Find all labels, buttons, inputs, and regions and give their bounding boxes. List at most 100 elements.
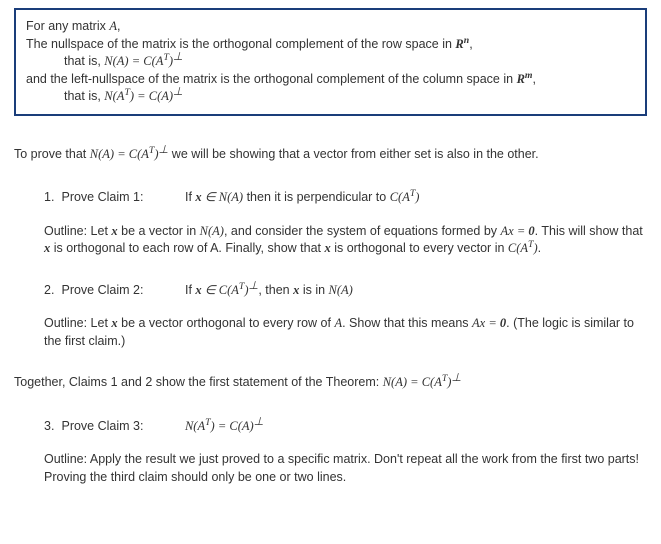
claim-1-heading: 1. Prove Claim 1: If x ∈ N(A) then it is… [44,189,647,207]
in: ∈ [202,283,219,297]
claim-label: Prove Claim 1: [61,189,181,207]
close: ) [415,190,419,204]
claim-3: 3. Prove Claim 3: N(AT) = C(A)⊥ Outline:… [14,418,647,487]
CA: C(A) [229,419,253,433]
eq: = [485,316,500,330]
eq: = [129,54,144,68]
claim-2-outline: Outline: Let x be a vector orthogonal to… [44,315,647,350]
claim-num: 1. [44,189,58,207]
text: Together, Claims 1 and 2 show the first … [14,375,383,389]
text: , then [258,283,293,297]
NA: N(A) [90,147,114,161]
NAT: N(A [185,419,205,433]
Ax: Ax [501,224,514,238]
CAT: C(A [219,283,239,297]
text: For any matrix [26,19,109,33]
math: C(AT) [508,241,538,255]
CAT: C(A [390,190,410,204]
math: Ax = 0 [472,316,506,330]
text: is orthogonal to each row of A. Finally,… [50,241,324,255]
text: that is, [64,89,104,103]
math-eq: N(AT) = C(A)⊥ [104,89,183,103]
NAT: N(A [104,89,124,103]
theorem-line-1: For any matrix A, [26,18,635,36]
Ax: Ax [472,316,485,330]
CA: C(A) [149,89,173,103]
claim-1-outline: Outline: Let x be a vector in N(A), and … [44,223,647,258]
math-NA: N(A) [200,224,224,238]
claim-statement: N(AT) = C(A)⊥ [185,418,264,436]
perp: ⊥ [159,143,169,155]
math: Ax = 0 [501,224,535,238]
in: ∈ [202,190,219,204]
CAT: C(A [129,147,149,161]
math: C(AT) [390,190,420,204]
NA: N(A) [104,54,128,68]
eq: = [134,89,149,103]
math-goal: N(A) = C(AT)⊥ [90,147,169,161]
text: be a vector in [118,224,200,238]
NA: N(A) [383,375,407,389]
m: m [525,69,533,80]
text: The nullspace of the matrix is the ortho… [26,37,455,51]
math: x ∈ N(A) [195,190,243,204]
text: Outline: Let [44,316,111,330]
math-eq: N(A) = C(AT)⊥ [104,54,183,68]
claim-statement: If x ∈ C(AT)⊥, then x is in N(A) [185,282,353,300]
text: If [185,190,195,204]
math-A: A [334,316,342,330]
perp: ⊥ [254,415,264,427]
perp: ⊥ [173,86,183,98]
claim-1: 1. Prove Claim 1: If x ∈ N(A) then it is… [14,189,647,258]
text: be a vector orthogonal to every row of [118,316,335,330]
R: R [517,72,525,86]
claim-num: 3. [44,418,58,436]
text: that is, [64,54,104,68]
perp: ⊥ [249,279,259,291]
text: Outline: Let [44,224,111,238]
text: then it is perpendicular to [243,190,390,204]
text: is in [299,283,328,297]
claim-2-heading: 2. Prove Claim 2: If x ∈ C(AT)⊥, then x … [44,282,647,300]
R: R [455,37,463,51]
CAT: C(A [508,241,528,255]
text: To prove that [14,147,90,161]
proof-intro: To prove that N(A) = C(AT)⊥ we will be s… [14,146,647,164]
claim-statement: If x ∈ N(A) then it is perpendicular to … [185,189,420,207]
math-NA: N(A) [329,283,353,297]
eq: = [514,224,529,238]
text: , [533,72,536,86]
text: . This will show that [535,224,643,238]
claim-3-outline: Outline: Apply the result we just proved… [44,451,647,486]
text: is orthogonal to every vector in [331,241,508,255]
perp: ⊥ [173,51,183,63]
math: x ∈ C(AT)⊥ [195,283,258,297]
text: . Show that this means [342,316,472,330]
text: and the left-nullspace of the matrix is … [26,72,517,86]
perp: ⊥ [451,372,461,384]
eq: = [407,375,422,389]
theorem-line-2: The nullspace of the matrix is the ortho… [26,36,635,54]
theorem-line-3: that is, N(A) = C(AT)⊥ [26,53,635,71]
NA: N(A) [219,190,243,204]
math-A: A [109,19,117,33]
text: , and consider the system of equations f… [224,224,501,238]
text: , [469,37,472,51]
text: . [538,241,541,255]
theorem-line-5: that is, N(AT) = C(A)⊥ [26,88,635,106]
math-Rn: Rn [455,37,469,51]
CAT: C(A [143,54,163,68]
theorem-box: For any matrix A, The nullspace of the m… [14,8,647,116]
text: If [185,283,195,297]
claim-label: Prove Claim 3: [61,418,181,436]
claim-3-heading: 3. Prove Claim 3: N(AT) = C(A)⊥ [44,418,647,436]
math-Rm: Rm [517,72,533,86]
eq: = [114,147,129,161]
math: N(A) = C(AT)⊥ [383,375,462,389]
text: we will be showing that a vector from ei… [168,147,538,161]
together-statement: Together, Claims 1 and 2 show the first … [14,374,647,392]
claim-label: Prove Claim 2: [61,282,181,300]
theorem-line-4: and the left-nullspace of the matrix is … [26,71,635,89]
claim-2: 2. Prove Claim 2: If x ∈ C(AT)⊥, then x … [14,282,647,351]
CAT: C(A [422,375,442,389]
